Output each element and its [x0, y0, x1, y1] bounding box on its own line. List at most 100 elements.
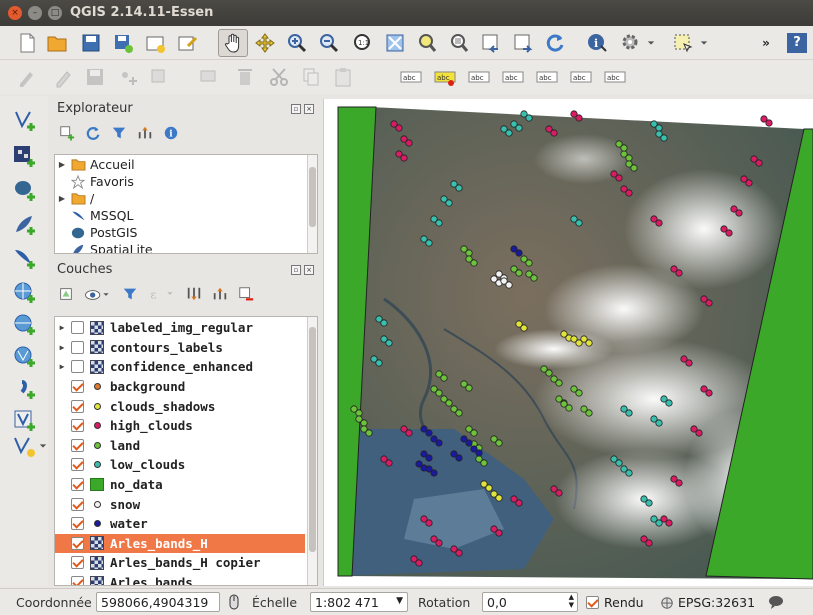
close-panel-icon[interactable]: ×: [304, 265, 314, 275]
open-project-button[interactable]: [44, 30, 70, 56]
add-spatialite-layer-button[interactable]: [10, 210, 38, 238]
layer-row[interactable]: land: [55, 436, 305, 456]
refresh-button[interactable]: [542, 30, 568, 56]
new-layer-dropdown[interactable]: [38, 432, 48, 460]
browser-item[interactable]: Favoris: [55, 173, 134, 190]
browser-collapse-button[interactable]: [136, 124, 154, 142]
move-feature-button[interactable]: [146, 64, 172, 90]
add-postgis-layer-button[interactable]: [10, 176, 38, 204]
pan-map-button[interactable]: [218, 29, 248, 57]
browser-refresh-button[interactable]: [84, 124, 102, 142]
layer-visibility-checkbox[interactable]: [71, 556, 84, 570]
browser-item[interactable]: ▶ /: [55, 190, 94, 207]
save-project-button[interactable]: [78, 30, 104, 56]
move-label-button[interactable]: abc: [534, 64, 560, 90]
toggle-editing-button[interactable]: [50, 64, 76, 90]
zoom-in-button[interactable]: [284, 30, 310, 56]
paste-features-button[interactable]: [330, 64, 356, 90]
add-wms-layer-button[interactable]: [10, 278, 38, 306]
crs-button[interactable]: EPSG:32631: [660, 595, 755, 610]
select-features-dropdown[interactable]: [697, 30, 711, 56]
visibility-presets-button[interactable]: [84, 286, 114, 304]
pan-to-selection-button[interactable]: [252, 30, 278, 56]
layer-row[interactable]: clouds_shadows: [55, 396, 305, 416]
highlight-pinned-labels-button[interactable]: abc: [432, 64, 458, 90]
browser-filter-button[interactable]: [110, 124, 128, 142]
add-wfs-layer-button[interactable]: [10, 342, 38, 370]
pin-labels-button[interactable]: abc: [466, 64, 492, 90]
help-button[interactable]: ?: [784, 30, 810, 56]
copy-features-button[interactable]: [298, 64, 324, 90]
collapse-all-button[interactable]: [212, 286, 230, 304]
browser-properties-button[interactable]: i: [162, 124, 180, 142]
layer-visibility-checkbox[interactable]: [71, 438, 84, 452]
node-tool-button[interactable]: [196, 64, 222, 90]
cut-features-button[interactable]: [266, 64, 292, 90]
layer-row[interactable]: low_clouds: [55, 455, 305, 475]
map-canvas[interactable]: [323, 99, 813, 586]
layer-visibility-checkbox[interactable]: [71, 360, 84, 374]
layer-row[interactable]: no_data: [55, 475, 305, 495]
layer-row[interactable]: snow: [55, 494, 305, 514]
layer-visibility-checkbox[interactable]: [71, 517, 84, 531]
add-feature-button[interactable]: [114, 64, 140, 90]
browser-scrollbar[interactable]: [307, 155, 317, 253]
new-project-button[interactable]: [14, 30, 40, 56]
window-maximize-button[interactable]: □: [48, 6, 62, 20]
run-action-dropdown[interactable]: [644, 30, 658, 56]
float-panel-icon[interactable]: ▫: [291, 265, 301, 275]
expand-arrow-icon[interactable]: ▶: [55, 343, 69, 352]
browser-item[interactable]: ▶ Accueil: [55, 156, 135, 173]
zoom-last-button[interactable]: [478, 30, 504, 56]
expand-arrow-icon[interactable]: ▶: [55, 323, 69, 332]
browser-item[interactable]: PostGIS: [55, 224, 137, 241]
zoom-to-layer-button[interactable]: [446, 30, 472, 56]
add-vector-layer-button[interactable]: [10, 106, 38, 134]
layer-visibility-checkbox[interactable]: [71, 478, 84, 492]
run-action-button[interactable]: [618, 30, 644, 56]
add-wcs-layer-button[interactable]: [10, 310, 38, 338]
layer-visibility-checkbox[interactable]: [71, 321, 84, 335]
layer-row[interactable]: high_clouds: [55, 416, 305, 436]
save-as-button[interactable]: [110, 30, 136, 56]
window-close-button[interactable]: ×: [8, 6, 22, 20]
layer-row[interactable]: ▶ confidence_enhanced: [55, 357, 305, 377]
close-panel-icon[interactable]: ×: [304, 104, 314, 114]
float-panel-icon[interactable]: ▫: [291, 104, 301, 114]
show-hide-labels-button[interactable]: abc: [500, 64, 526, 90]
add-virtual-layer-button[interactable]: [10, 406, 38, 434]
current-edits-button[interactable]: [14, 64, 40, 90]
layer-row[interactable]: ▶ contours_labels: [55, 338, 305, 358]
messages-button[interactable]: [768, 594, 784, 610]
expand-all-button[interactable]: [186, 286, 204, 304]
add-delimited-text-button[interactable]: [10, 374, 38, 402]
zoom-to-selection-button[interactable]: [414, 30, 440, 56]
identify-features-button[interactable]: i: [584, 30, 610, 56]
layer-row[interactable]: Arles_bands_H copier: [55, 553, 305, 573]
layer-visibility-checkbox[interactable]: [71, 419, 84, 433]
coordinate-field[interactable]: 598066,4904319: [96, 592, 220, 612]
layer-row[interactable]: ▶ labeled_img_regular: [55, 318, 305, 338]
scale-combobox[interactable]: 1:802 471 ▼: [310, 592, 408, 612]
render-checkbox[interactable]: [586, 596, 599, 609]
layer-visibility-checkbox[interactable]: [71, 340, 84, 354]
render-toggle[interactable]: Rendu: [586, 595, 644, 610]
delete-selected-button[interactable]: [232, 64, 258, 90]
layer-visibility-checkbox[interactable]: [71, 497, 84, 511]
expand-arrow-icon[interactable]: ▶: [55, 362, 69, 371]
layer-visibility-checkbox[interactable]: [71, 399, 84, 413]
new-vector-layer-button[interactable]: [10, 432, 38, 460]
add-mssql-layer-button[interactable]: [10, 244, 38, 272]
change-label-button[interactable]: abc: [602, 64, 628, 90]
add-raster-layer-button[interactable]: [10, 142, 38, 170]
layer-row[interactable]: Arles_bands: [55, 573, 305, 585]
layer-row[interactable]: water: [55, 514, 305, 534]
filter-expression-button[interactable]: ε: [148, 286, 178, 304]
window-minimize-button[interactable]: –: [28, 6, 42, 20]
zoom-full-button[interactable]: [382, 30, 408, 56]
extents-toggle-button[interactable]: [226, 594, 242, 610]
layer-visibility-checkbox[interactable]: [71, 536, 84, 550]
layer-visibility-checkbox[interactable]: [71, 380, 84, 394]
zoom-native-resolution-button[interactable]: 1:1: [350, 30, 376, 56]
layer-row[interactable]: background: [55, 377, 305, 397]
